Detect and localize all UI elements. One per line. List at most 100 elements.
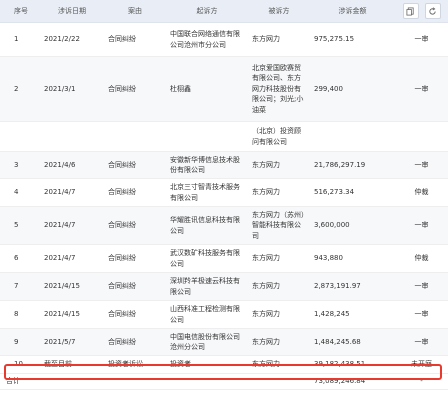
row-amount [310,121,395,152]
row-cause [104,121,166,152]
row-stage: 一审 [395,300,448,329]
row-date: 2021/4/15 [40,272,104,301]
row-amount: 21,786,297.19 [310,151,395,179]
row-no: 10 [0,355,40,374]
table-row: （北京）投资顾问有限公司 [0,121,448,152]
row-plaintiff [166,121,248,152]
row-amount: 2,873,191.97 [310,272,395,301]
row-no: 3 [0,151,40,179]
copy-icon[interactable] [402,3,419,19]
table-row: 3 2021/4/6 合同纠纷 安徽新华博信息技术股份有限公司 东方网力 21,… [0,151,448,179]
row-stage: 一审 [395,151,448,179]
table-row: 7 2021/4/15 合同纠纷 深圳羚羊极速云科技有限公司 东方网力 2,87… [0,272,448,301]
row-cause: 合同纠纷 [104,151,166,179]
row-plaintiff: 华耀胜讯信息科技有限公司 [166,206,248,245]
row-amount: 1,484,245.68 [310,328,395,356]
row-date [40,121,104,152]
row-date: 2021/3/1 [40,56,104,122]
row-defendant: 东方网力 [248,300,310,329]
table-row: 9 2021/5/7 合同纠纷 中国电信股份有限公司沧州分公司 东方网力 1,4… [0,328,448,356]
row-plaintiff: 杜栩鑫 [166,56,248,122]
row-no: 9 [0,328,40,356]
table-row-highlighted: 10 截至目前 投资者诉讼 投资者 东方网力 39,182,438.51 未开庭 [0,355,448,374]
row-stage [395,121,448,152]
row-stage: 仲裁 [395,244,448,273]
header-toolbar [395,0,448,23]
table-row: 1 2021/2/22 合同纠纷 中国联合网络通信有限公司沧州市分公司 东方网力… [0,22,448,57]
table-row: 6 2021/4/7 合同纠纷 武汉数矿科技服务有限公司 东方网力 943,88… [0,244,448,273]
row-amount: 299,400 [310,56,395,122]
row-defendant: 东方网力 [248,22,310,57]
row-cause: 投资者诉讼 [104,355,166,374]
row-defendant: 东方网力 [248,151,310,179]
row-stage: 一审 [395,206,448,245]
total-stage: - [395,373,448,390]
refresh-icon[interactable] [424,3,441,19]
row-cause: 合同纠纷 [104,328,166,356]
row-amount: 975,275.15 [310,22,395,57]
row-no: 6 [0,244,40,273]
row-date: 2021/4/7 [40,206,104,245]
total-row: 合计 73,089,246.84 - [0,373,448,390]
row-stage: 未开庭 [395,355,448,374]
header-no: 序号 [0,0,40,23]
row-cause: 合同纠纷 [104,206,166,245]
row-defendant: （北京）投资顾问有限公司 [248,121,310,152]
row-cause: 合同纠纷 [104,56,166,122]
row-defendant: 东方网力 [248,272,310,301]
row-cause: 合同纠纷 [104,244,166,273]
row-defendant: 东方网力 [248,355,310,374]
total-amount: 73,089,246.84 [310,373,395,390]
row-cause: 合同纠纷 [104,272,166,301]
row-no: 8 [0,300,40,329]
row-amount: 1,428,245 [310,300,395,329]
row-no: 4 [0,178,40,207]
row-amount: 39,182,438.51 [310,355,395,374]
row-plaintiff: 中国电信股份有限公司沧州分公司 [166,328,248,356]
row-cause: 合同纠纷 [104,22,166,57]
table-header-row: 序号 涉诉日期 案由 起诉方 被诉方 涉诉金额 [0,0,448,23]
row-stage: 仲裁 [395,178,448,207]
row-no [0,121,40,152]
row-defendant: 东方网力 [248,328,310,356]
litigation-table-wrap: 序号 涉诉日期 案由 起诉方 被诉方 涉诉金额 1 2021/2/22 合同纠纷… [0,0,448,403]
row-plaintiff: 中国联合网络通信有限公司沧州市分公司 [166,22,248,57]
header-amount: 涉诉金额 [310,0,395,23]
row-plaintiff: 安徽新华博信息技术股份有限公司 [166,151,248,179]
table-row: 2 2021/3/1 合同纠纷 杜栩鑫 北京爱国欧赛贸有限公司、东方网力科技股份… [0,56,448,122]
row-date: 截至目前 [40,355,104,374]
header-date: 涉诉日期 [40,0,104,23]
total-label: 合计 [0,373,40,390]
row-plaintiff: 北京三寸智青技术服务有限公司 [166,178,248,207]
row-no: 5 [0,206,40,245]
row-no: 7 [0,272,40,301]
row-date: 2021/2/22 [40,22,104,57]
row-plaintiff: 投资者 [166,355,248,374]
table-row: 4 2021/4/7 合同纠纷 北京三寸智青技术服务有限公司 东方网力 516,… [0,178,448,207]
row-defendant: 北京爱国欧赛贸有限公司、东方网力科技股份有限公司；刘光;小油菜 [248,56,310,122]
row-date: 2021/4/6 [40,151,104,179]
row-stage: 一审 [395,22,448,57]
row-defendant: 东方网力（苏州）智能科技有限公司 [248,206,310,245]
row-date: 2021/5/7 [40,328,104,356]
row-plaintiff: 武汉数矿科技服务有限公司 [166,244,248,273]
header-cause: 案由 [104,0,166,23]
row-date: 2021/4/15 [40,300,104,329]
row-date: 2021/4/7 [40,178,104,207]
row-date: 2021/4/7 [40,244,104,273]
row-defendant: 东方网力 [248,244,310,273]
row-amount: 943,880 [310,244,395,273]
row-stage: 一审 [395,328,448,356]
row-cause: 合同纠纷 [104,178,166,207]
header-plaintiff: 起诉方 [166,0,248,23]
row-amount: 516,273.34 [310,178,395,207]
table-row: 5 2021/4/7 合同纠纷 华耀胜讯信息科技有限公司 东方网力（苏州）智能科… [0,206,448,245]
row-no: 2 [0,56,40,122]
row-cause: 合同纠纷 [104,300,166,329]
row-amount: 3,600,000 [310,206,395,245]
row-plaintiff: 深圳羚羊极速云科技有限公司 [166,272,248,301]
row-plaintiff: 山西科准工程检测有限公司 [166,300,248,329]
row-stage: 一审 [395,272,448,301]
row-stage: 一审 [395,56,448,122]
litigation-table: 序号 涉诉日期 案由 起诉方 被诉方 涉诉金额 1 2021/2/22 合同纠纷… [0,0,448,390]
